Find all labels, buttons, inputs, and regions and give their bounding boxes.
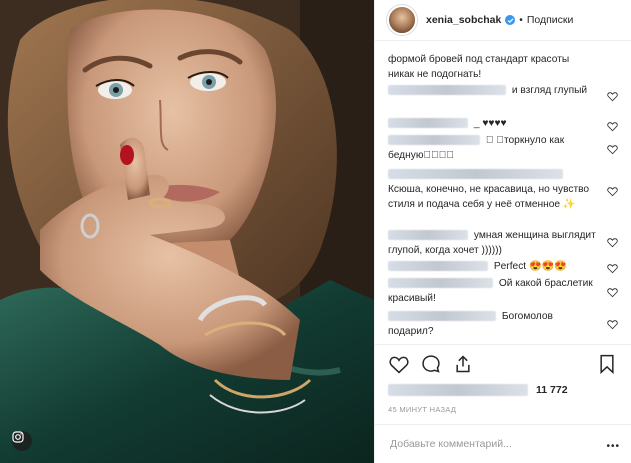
blurred-username	[388, 230, 468, 241]
comment-like-heart-icon[interactable]	[607, 121, 618, 132]
comment-like-heart-icon[interactable]	[607, 263, 618, 274]
comment-like-heart-icon[interactable]	[607, 287, 618, 298]
comment-text: Ксюша, конечно, не красавица, но чувство…	[388, 184, 590, 210]
comment-text: Perfect 😍😍😍	[493, 261, 568, 272]
comment-text: и взгляд глупый	[511, 85, 588, 96]
instagram-post: xenia_sobchak • Подписки формой бровей п…	[0, 0, 631, 463]
blurred-username	[388, 311, 496, 322]
post-timestamp[interactable]: 45 МИНУТ НАЗАД	[388, 405, 456, 414]
verified-badge-icon	[505, 15, 516, 25]
comment-like-heart-icon[interactable]	[607, 144, 618, 155]
blurred-likers	[388, 384, 528, 397]
blurred-username	[388, 261, 488, 272]
comment-item: Ой какой браслетик красивый!	[388, 276, 596, 306]
share-icon[interactable]	[453, 354, 473, 374]
more-options-icon[interactable]: •••	[606, 441, 620, 452]
add-comment-bar: •••	[375, 424, 631, 463]
comment-item: Ксюша, конечно, не красавица, но чувство…	[388, 167, 596, 212]
blurred-username	[388, 169, 563, 180]
likes-count[interactable]: 11 772	[388, 384, 620, 398]
comment-item: Богомолов подарил?	[388, 309, 596, 339]
comment-like-heart-icon[interactable]	[607, 319, 618, 330]
comment-text: _ ♥♥♥♥	[473, 118, 507, 129]
portrait-image	[0, 0, 374, 463]
blurred-username	[388, 85, 506, 96]
comment-icon[interactable]	[421, 354, 441, 374]
comment-item: Perfect 😍😍😍	[388, 259, 596, 274]
blurred-username	[388, 135, 480, 146]
bookmark-icon[interactable]	[598, 354, 616, 374]
blurred-username	[388, 118, 468, 129]
comments-list[interactable]: формой бровей под стандарт красоты никак…	[375, 41, 631, 343]
following-button[interactable]: Подписки	[527, 14, 574, 26]
post-sidebar: xenia_sobchak • Подписки формой бровей п…	[374, 0, 631, 463]
post-photo[interactable]	[0, 0, 374, 463]
heart-icon[interactable]	[389, 355, 409, 374]
comment-like-heart-icon[interactable]	[607, 237, 618, 248]
comment-like-heart-icon[interactable]	[607, 186, 618, 197]
comment-item: ⃞ ⃞торкнуло как бедную⃞⃞⃞⃞	[388, 133, 596, 163]
comment-item: и взгляд глупый	[388, 83, 596, 98]
blurred-username	[388, 278, 493, 289]
avatar[interactable]	[387, 5, 417, 35]
likes-number: 11 772	[536, 384, 568, 396]
comment-item: формой бровей под стандарт красоты никак…	[388, 52, 596, 82]
comment-text: формой бровей под стандарт красоты никак…	[388, 54, 570, 80]
comment-like-heart-icon[interactable]	[607, 91, 618, 102]
post-actions	[375, 344, 631, 385]
comment-item: умная женщина выглядит глупой, когда хоч…	[388, 228, 596, 258]
post-header: xenia_sobchak • Подписки	[375, 0, 631, 41]
username-link[interactable]: xenia_sobchak	[426, 14, 501, 26]
instagram-logo-icon	[12, 431, 32, 451]
add-comment-input[interactable]	[388, 434, 592, 454]
separator-dot: •	[519, 14, 523, 26]
comment-item: _ ♥♥♥♥	[388, 116, 596, 131]
